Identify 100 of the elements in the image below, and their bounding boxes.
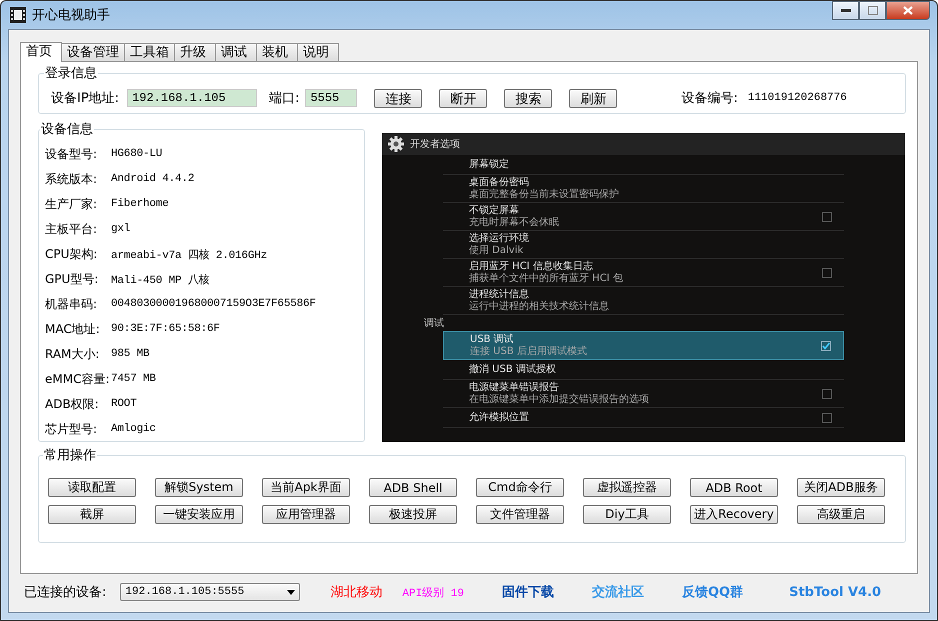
group-title: 常用操作 (43, 447, 97, 464)
settings-item[interactable]: 不锁定屏幕 充电时屏幕不会休眠 (443, 203, 844, 231)
info-label: 设备型号: (45, 146, 98, 162)
info-value: HG680-LU (111, 148, 162, 160)
close-icon (903, 6, 913, 15)
operation-button[interactable]: 当前Apk界面 (262, 478, 350, 497)
settings-item[interactable]: 允许模拟位置 (443, 408, 844, 428)
checkbox-icon[interactable] (822, 412, 832, 422)
port-field[interactable]: 5555 (305, 89, 358, 107)
port-label: 端口: (269, 90, 300, 107)
gear-icon (388, 136, 404, 152)
maximize-button[interactable] (859, 1, 886, 20)
dropdown-caret-icon (287, 590, 296, 594)
setting-title: 屏幕锁定 (469, 158, 510, 170)
info-value: 004803000019680007159O3E7F65586F (111, 298, 316, 310)
operation-button[interactable]: 一键安装应用 (155, 505, 243, 524)
setting-subtitle: 桌面完整备份当前未设置密码保护 (469, 188, 620, 200)
operation-button[interactable]: 读取配置 (48, 478, 136, 497)
info-label: CPU架构: (45, 246, 98, 262)
group-title: 设备信息 (40, 121, 94, 138)
login-button[interactable]: 搜索 (504, 88, 552, 108)
version-text: StbTool V4.0 (789, 584, 882, 600)
group-title: 登录信息 (44, 65, 98, 82)
operation-button[interactable]: 高级重启 (797, 505, 885, 524)
link[interactable]: 固件下载 (502, 583, 554, 601)
carrier-text: 湖北移动 (330, 584, 382, 601)
window-title: 开心电视助手 (32, 7, 110, 24)
tab[interactable]: 调试 (215, 43, 257, 61)
operation-button[interactable]: 截屏 (48, 505, 136, 524)
info-value: gxl (111, 223, 130, 235)
close-button[interactable] (886, 1, 930, 20)
device-id-label: 设备编号: (681, 90, 738, 107)
settings-item[interactable]: 电源键菜单错误报告 在电源键菜单中添加提交错误报告的选项 (443, 380, 844, 408)
operation-button[interactable]: ADB Shell (369, 478, 457, 497)
settings-item[interactable]: 屏幕锁定 (443, 155, 844, 175)
operation-button[interactable]: Cmd命令行 (476, 478, 564, 497)
minimize-button[interactable] (832, 1, 859, 20)
ip-field[interactable]: 192.168.1.105 (127, 89, 258, 107)
info-value: Fiberhome (111, 198, 169, 210)
setting-title: 电源键菜单错误报告 (469, 382, 560, 394)
connected-device-label: 已连接的设备: (24, 584, 106, 601)
setting-title: 允许模拟位置 (469, 412, 530, 424)
api-level-text: API级别 19 (402, 586, 464, 600)
setting-title: 不锁定屏幕 (469, 205, 520, 216)
checkbox-icon[interactable] (822, 388, 832, 398)
operation-button[interactable]: 虚拟遥控器 (583, 478, 671, 497)
tab[interactable]: 首页 (20, 42, 62, 62)
login-button[interactable]: 断开 (439, 88, 488, 108)
settings-item[interactable]: USB 调试 连接 USB 后启用调试模式 (443, 331, 844, 360)
operation-button[interactable]: ADB Root (690, 478, 778, 497)
tab[interactable]: 设备管理 (61, 43, 125, 61)
operation-button[interactable]: 极速投屏 (369, 505, 457, 524)
device-dropdown[interactable]: 192.168.1.105:5555 (120, 583, 300, 601)
setting-title: 启用蓝牙 HCI 信息收集日志 (469, 261, 594, 272)
operation-button[interactable]: 进入Recovery (690, 505, 778, 524)
minimize-icon (840, 8, 850, 12)
settings-item[interactable]: 桌面备份密码 桌面完整备份当前未设置密码保护 (443, 175, 844, 203)
film-icon (10, 7, 26, 23)
setting-subtitle: 捕获单个文件中的所有蓝牙 HCI 包 (469, 272, 624, 284)
info-label: 芯片型号: (45, 420, 98, 438)
setting-subtitle: 使用 Dalvik (469, 244, 524, 256)
tab[interactable]: 工具箱 (124, 43, 175, 61)
setting-subtitle: 连接 USB 后启用调试模式 (470, 346, 588, 357)
settings-item[interactable]: 撤消 USB 调试授权 (443, 360, 844, 380)
tab[interactable]: 升级 (174, 43, 216, 61)
settings-item[interactable]: 进程统计信息 运行中进程的相关技术统计信息 (443, 287, 844, 315)
tab[interactable]: 装机 (256, 43, 298, 61)
operation-button[interactable]: 解锁System (155, 478, 243, 497)
info-label: 主板平台: (45, 220, 98, 238)
checkbox-icon[interactable] (822, 268, 832, 278)
info-label: 系统版本: (45, 170, 98, 188)
checked-checkbox-icon[interactable] (821, 340, 831, 350)
info-value: Amlogic (111, 423, 156, 435)
checkbox-icon[interactable] (822, 212, 832, 222)
setting-subtitle: 运行中进程的相关技术统计信息 (469, 300, 610, 312)
login-button[interactable]: 连接 (374, 88, 422, 108)
operation-button[interactable]: 文件管理器 (476, 505, 564, 524)
operation-button[interactable]: 关闭ADB服务 (797, 478, 885, 497)
info-label: eMMC容量: (45, 370, 111, 388)
screen-title: 开发者选项 (410, 138, 460, 151)
info-value: Android 4.4.2 (111, 173, 194, 185)
info-label: 生产厂家: (45, 196, 98, 212)
setting-title: 选择运行环境 (469, 233, 530, 244)
setting-subtitle: 在电源键菜单中添加提交错误报告的选项 (469, 394, 650, 405)
settings-item[interactable]: 选择运行环境 使用 Dalvik (443, 231, 844, 259)
info-value: ROOT (111, 398, 137, 410)
section-header: 调试 (424, 316, 445, 331)
operation-button[interactable]: Diy工具 (583, 505, 671, 524)
info-label: 机器串码: (45, 296, 98, 312)
setting-title: 撤消 USB 调试授权 (469, 364, 557, 376)
info-label: ADB权限: (45, 396, 100, 412)
info-value: Mali-450 MP 八核 (111, 273, 210, 286)
operation-button[interactable]: 应用管理器 (262, 505, 350, 524)
info-label: RAM大小: (45, 346, 100, 362)
info-value: 985 MB (111, 348, 150, 360)
settings-item[interactable]: 启用蓝牙 HCI 信息收集日志 捕获单个文件中的所有蓝牙 HCI 包 (443, 259, 844, 287)
info-label: GPU型号: (45, 270, 100, 288)
login-button[interactable]: 刷新 (569, 88, 618, 108)
setting-title: 进程统计信息 (469, 289, 530, 300)
tab[interactable]: 说明 (297, 43, 339, 61)
